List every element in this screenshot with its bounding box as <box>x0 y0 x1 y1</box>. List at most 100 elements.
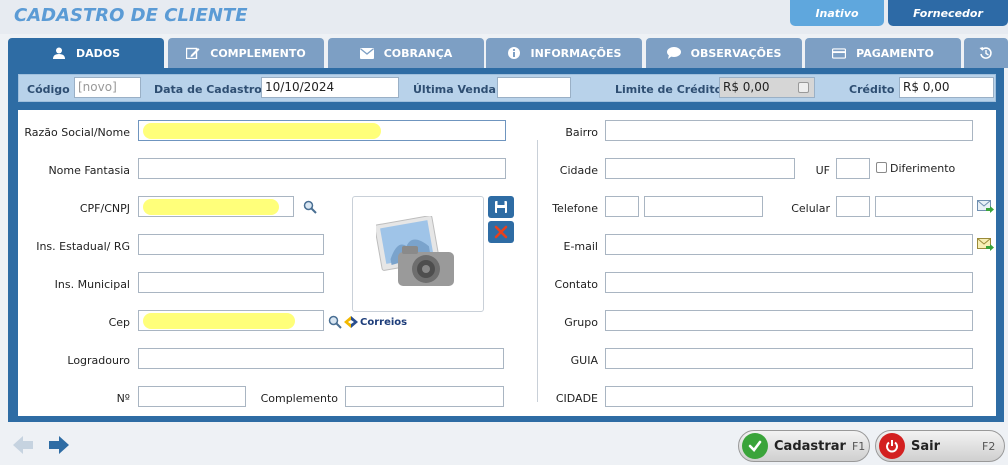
complemento-label: Complemento <box>260 392 338 405</box>
numero-label: Nº <box>116 392 130 405</box>
next-arrow-icon[interactable] <box>48 434 70 459</box>
email-field[interactable] <box>605 234 973 255</box>
summary-strip: Código [novo] Data de Cadastro 10/10/202… <box>18 74 996 102</box>
power-icon <box>879 433 905 459</box>
envelope-icon <box>359 47 374 59</box>
celular-ddd-field[interactable] <box>836 196 870 217</box>
camera-photo-icon <box>376 216 454 286</box>
razao-social-label: Razão Social/Nome <box>24 126 130 139</box>
data-cadastro-label: Data de Cadastro <box>154 83 262 96</box>
tab-label: COBRANÇA <box>383 46 453 60</box>
nome-fantasia-label: Nome Fantasia <box>48 164 130 177</box>
tab-pagamento[interactable]: PAGAMENTO <box>805 38 961 68</box>
info-icon <box>507 47 521 59</box>
ultima-venda-label: Última Venda <box>413 83 496 96</box>
ins-estadual-label: Ins. Estadual/ RG <box>36 240 130 253</box>
search-icon[interactable] <box>303 200 317 217</box>
codigo-label: Código <box>27 83 70 96</box>
ins-estadual-field[interactable] <box>138 234 324 255</box>
tab-dados[interactable]: DADOS <box>8 38 164 68</box>
redacted-highlight <box>143 313 295 329</box>
check-icon <box>742 433 768 459</box>
complemento-field[interactable] <box>345 386 504 407</box>
cadastrar-label: Cadastrar <box>774 438 846 454</box>
cidade-field[interactable] <box>605 158 795 179</box>
history-button[interactable] <box>964 38 1008 68</box>
form-content: Razão Social/Nome Nome Fantasia CPF/CNPJ… <box>18 110 996 416</box>
diferimento-checkbox[interactable] <box>876 162 887 173</box>
fornecedor-button[interactable]: Fornecedor <box>888 0 1008 26</box>
telefone-field[interactable] <box>644 196 763 217</box>
celular-label: Celular <box>791 202 830 215</box>
codigo-field[interactable]: [novo] <box>74 77 141 98</box>
contato-field[interactable] <box>605 272 973 293</box>
tab-label: COMPLEMENTO <box>210 46 306 60</box>
guia-field[interactable] <box>605 348 973 369</box>
cep-label: Cep <box>108 316 130 329</box>
cpf-cnpj-label: CPF/CNPJ <box>79 202 130 215</box>
sair-label: Sair <box>911 438 941 454</box>
cadastrar-button[interactable]: Cadastrar F1 <box>738 430 870 462</box>
bairro-label: Bairro <box>565 126 598 139</box>
delete-photo-button[interactable] <box>488 221 514 243</box>
floppy-icon <box>495 201 507 213</box>
send-email-icon[interactable] <box>977 238 994 254</box>
limite-credito-checkbox[interactable] <box>798 82 809 93</box>
celular-field[interactable] <box>875 196 973 217</box>
ins-municipal-label: Ins. Municipal <box>54 278 130 291</box>
bairro-field[interactable] <box>605 120 973 141</box>
cidade2-label: CIDADE <box>555 392 598 405</box>
inativo-button[interactable]: Inativo <box>790 0 884 26</box>
cidade-label: Cidade <box>559 164 598 177</box>
codigo-placeholder: [novo] <box>78 80 117 94</box>
tab-label: OBSERVAÇÕES <box>690 46 782 60</box>
numero-field[interactable] <box>138 386 246 407</box>
whatsapp-message-icon[interactable] <box>977 200 994 216</box>
user-icon <box>52 47 66 59</box>
email-label: E-mail <box>563 240 599 253</box>
title-bar: CADASTRO DE CLIENTE Inativo Fornecedor <box>0 0 1008 34</box>
nome-fantasia-field[interactable] <box>138 158 506 179</box>
edit-icon <box>186 47 200 59</box>
correios-icon <box>344 316 358 328</box>
photo-area[interactable] <box>352 196 484 312</box>
redacted-highlight <box>143 199 279 215</box>
telefone-ddd-field[interactable] <box>605 196 639 217</box>
limite-credito-field[interactable]: R$ 0,00 <box>719 77 815 98</box>
cidade2-field[interactable] <box>605 386 973 407</box>
sair-button[interactable]: Sair F2 <box>875 430 1005 462</box>
close-icon <box>494 225 508 239</box>
bottom-bar: Cadastrar F1 Sair F2 <box>0 424 1008 465</box>
data-cadastro-field[interactable]: 10/10/2024 <box>261 77 399 98</box>
tab-label: DADOS <box>75 46 121 60</box>
telefone-label: Telefone <box>552 202 598 215</box>
tab-cobranca[interactable]: COBRANÇA <box>328 38 484 68</box>
cep-search-icon[interactable] <box>328 315 342 332</box>
credit-card-icon <box>832 47 847 59</box>
ultima-venda-field[interactable] <box>497 77 571 98</box>
logradouro-field[interactable] <box>138 348 504 369</box>
limite-credito-value: R$ 0,00 <box>723 80 770 94</box>
tab-observacoes[interactable]: OBSERVAÇÕES <box>646 38 802 68</box>
uf-label: UF <box>815 164 830 177</box>
uf-field[interactable] <box>836 158 870 179</box>
credito-label: Crédito <box>849 83 895 96</box>
diferimento-label: Diferimento <box>890 162 956 175</box>
comment-icon <box>666 47 681 59</box>
logradouro-label: Logradouro <box>67 354 130 367</box>
history-icon <box>979 47 993 59</box>
contato-label: Contato <box>554 278 598 291</box>
credito-field[interactable]: R$ 0,00 <box>899 77 994 98</box>
tab-informacoes[interactable]: INFORMAÇÕES <box>486 38 642 68</box>
grupo-label: Grupo <box>564 316 598 329</box>
correios-logo[interactable]: Correios <box>344 316 407 328</box>
grupo-field[interactable] <box>605 310 973 331</box>
sair-shortcut: F2 <box>982 439 996 453</box>
guia-label: GUIA <box>570 354 598 367</box>
save-photo-button[interactable] <box>488 196 514 218</box>
main-panel: Código [novo] Data de Cadastro 10/10/202… <box>8 68 1004 422</box>
limite-credito-label: Limite de Crédito <box>615 83 723 96</box>
previous-arrow-icon[interactable] <box>12 434 34 459</box>
tab-complemento[interactable]: COMPLEMENTO <box>168 38 324 68</box>
ins-municipal-field[interactable] <box>138 272 324 293</box>
